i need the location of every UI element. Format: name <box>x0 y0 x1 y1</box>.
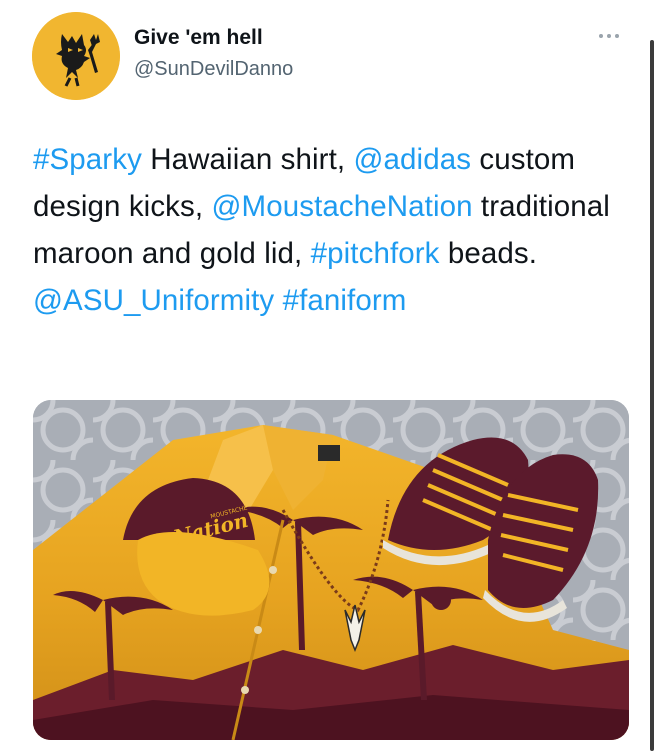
scrollbar[interactable] <box>650 40 654 751</box>
hashtag-link[interactable]: #faniform <box>283 284 407 317</box>
hashtag-link[interactable]: #Sparky <box>33 143 142 176</box>
avatar[interactable] <box>32 12 120 100</box>
display-name[interactable]: Give 'em hell <box>134 26 263 50</box>
more-options-icon[interactable] <box>594 26 624 46</box>
photo-illustration: Nation MOUSTACHE <box>33 400 629 740</box>
handle[interactable]: @SunDevilDanno <box>134 58 293 81</box>
dot <box>615 34 619 38</box>
dot <box>599 34 603 38</box>
hashtag-link[interactable]: #pitchfork <box>311 237 440 270</box>
tweet-text-segment: beads. <box>439 237 537 270</box>
tweet-photo[interactable]: Nation MOUSTACHE <box>33 400 629 740</box>
tweet-text-segment <box>274 284 282 317</box>
mention-link[interactable]: @MoustacheNation <box>211 190 472 223</box>
mention-link[interactable]: @adidas <box>353 143 471 176</box>
sun-devil-logo-icon <box>32 12 120 100</box>
tweet-text: #Sparky Hawaiian shirt, @adidas custom d… <box>33 136 613 324</box>
dot <box>607 34 611 38</box>
mention-link[interactable]: @ASU_Uniformity <box>33 284 274 317</box>
tweet-text-segment: Hawaiian shirt, <box>141 143 354 176</box>
tweet-card: Give 'em hell @SunDevilDanno #Sparky Haw… <box>0 0 660 751</box>
